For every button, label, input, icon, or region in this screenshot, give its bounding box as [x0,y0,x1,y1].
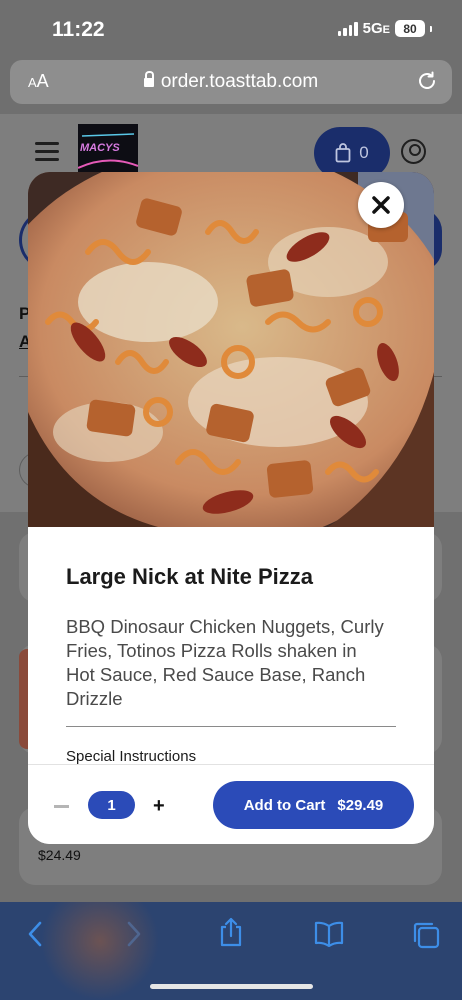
modal-footer: 1 + Add to Cart $29.49 [28,764,434,844]
address-bar[interactable]: AA order.toasttab.com [10,60,452,104]
item-description: BBQ Dinosaur Chicken Nuggets, Curly Frie… [66,616,384,709]
url-field[interactable]: order.toasttab.com [10,71,452,93]
bg-item-price: $24.49 [38,847,81,863]
back-icon[interactable] [26,920,44,953]
restaurant-logo[interactable]: MACYS [78,124,138,174]
close-button[interactable] [358,182,404,228]
status-indicators: 5GE 80 [337,20,432,37]
special-instructions-label: Special Instructions [66,748,197,765]
bookmarks-icon[interactable] [313,920,345,953]
add-to-cart-label: Add to Cart [243,796,326,814]
tabs-icon[interactable] [411,920,441,955]
status-bar: 11:22 5GE 80 [0,0,462,60]
forward-icon[interactable] [125,920,143,953]
menu-icon[interactable] [35,142,59,166]
home-indicator [150,984,313,989]
browser-address-area: AA order.toasttab.com [0,52,462,114]
lock-icon [143,71,154,87]
network-type: 5GE [362,20,390,37]
bag-icon [335,143,351,163]
status-time: 11:22 [52,18,105,41]
add-to-cart-button[interactable]: Add to Cart $29.49 [213,781,414,829]
battery-icon: 80 [395,20,425,37]
increase-quantity-button[interactable]: + [153,796,165,816]
divider [66,726,396,727]
reload-icon[interactable] [416,70,438,97]
cart-count: 0 [359,143,369,162]
add-to-cart-price: $29.49 [337,796,384,814]
account-icon[interactable] [401,139,426,164]
item-modal: Large Nick at Nite Pizza BBQ Dinosaur Ch… [28,172,434,844]
battery-tip [430,25,432,32]
close-icon [372,196,390,214]
share-icon[interactable] [218,916,244,953]
decrease-quantity-button[interactable] [54,805,69,808]
signal-icon [337,21,358,36]
quantity-value: 1 [88,791,135,819]
item-title: Large Nick at Nite Pizza [66,564,313,589]
